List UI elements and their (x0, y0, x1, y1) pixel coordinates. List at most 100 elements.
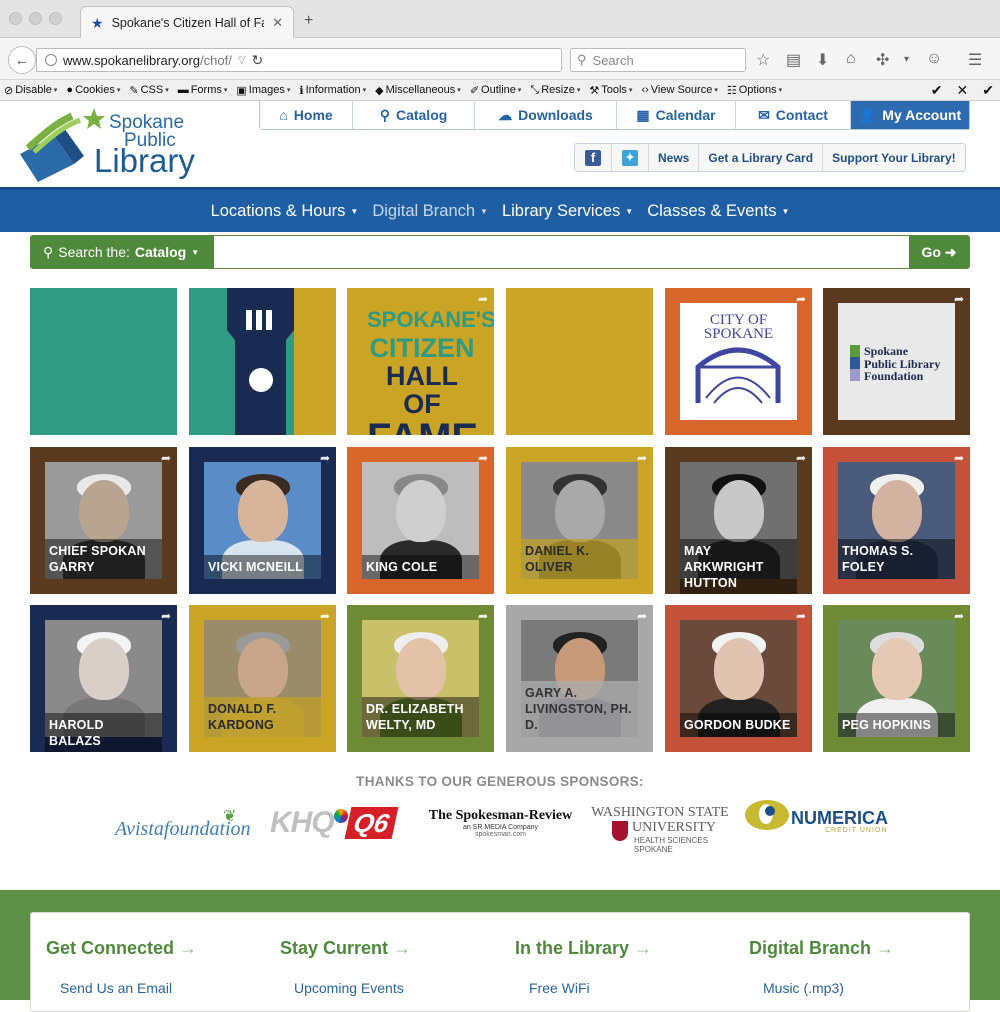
nav-calendar[interactable]: ▦ Calendar (617, 101, 736, 129)
devbar-css[interactable]: ✎ CSS ▾ (129, 84, 168, 97)
person-tile[interactable]: ➦ GORDON BUDKE (665, 605, 812, 752)
news-link[interactable]: News (649, 144, 700, 171)
footer-get-connected[interactable]: Get Connected → (46, 938, 197, 959)
reading-list-icon[interactable]: ▤ (786, 50, 801, 70)
library-logo[interactable]: Spokane Public Library (14, 106, 195, 186)
facebook-button[interactable]: f (575, 144, 612, 171)
twitter-button[interactable]: ✦ (612, 144, 649, 171)
bookmark-star-icon[interactable]: ☆ (756, 50, 770, 70)
nav-my-account[interactable]: 👤 My Account (851, 101, 969, 129)
devbar-resize[interactable]: ⤡ Resize ▾ (530, 84, 580, 97)
wsu-logo[interactable]: WASHINGTON STATE UNIVERSITY HEALTH SCIEN… (590, 806, 730, 856)
menu-hamburger-icon[interactable]: ☰ (968, 50, 982, 70)
url-bar[interactable]: www.spokanelibrary.org/chof/ ▽ ↻ (36, 48, 562, 72)
menu-library-services[interactable]: Library Services ▼ (502, 202, 633, 221)
extension-icon[interactable]: ✣ (876, 50, 889, 70)
menu-locations-hours[interactable]: Locations & Hours ▼ (211, 202, 359, 221)
share-icon[interactable]: ➦ (954, 609, 964, 623)
search-scope-dropdown[interactable]: ⚲ Search the: Catalog ▼ (31, 236, 214, 268)
check-all-icon[interactable]: ✔ (982, 82, 994, 99)
spokesman-review-logo[interactable]: The Spokesman-Review an SR MEDIA Company… (428, 808, 573, 846)
close-toolbar-icon[interactable]: ✕ (957, 82, 969, 99)
footer-link-email[interactable]: Send Us an Email (60, 980, 172, 996)
person-tile[interactable]: ➦ DONALD F. KARDONG (189, 605, 336, 752)
share-icon[interactable]: ➦ (637, 451, 647, 465)
url-dropdown-icon[interactable]: ▽ (238, 55, 246, 66)
person-tile[interactable]: ➦ CHIEF SPOKAN GARRY (30, 447, 177, 594)
library-card-link[interactable]: Get a Library Card (699, 144, 824, 171)
extension-dropdown-icon[interactable]: ▾ (904, 54, 909, 65)
browser-tab[interactable]: ★ Spokane's Citizen Hall of Fa… ✕ (80, 6, 294, 39)
person-tile[interactable]: ➦ DANIEL K. OLIVER (506, 447, 653, 594)
person-tile[interactable]: ➦ HAROLD BALAZS (30, 605, 177, 752)
citizen-hall-of-fame-tile[interactable]: ➦ SPOKANE'S CITIZEN HALL OF FAME (347, 288, 494, 435)
share-icon[interactable]: ➦ (637, 609, 647, 623)
catalog-search-input[interactable] (214, 236, 909, 268)
chat-icon[interactable]: ☺ (926, 50, 942, 68)
share-icon[interactable]: ➦ (796, 609, 806, 623)
footer-link-music[interactable]: Music (.mp3) (763, 980, 844, 996)
menu-digital-branch[interactable]: Digital Branch ▼ (372, 202, 488, 221)
download-icon[interactable]: ⬇ (816, 50, 829, 70)
person-tile[interactable]: ➦ PEG HOPKINS (823, 605, 970, 752)
maximize-window-button[interactable] (49, 12, 62, 25)
check-icon[interactable]: ✔ (931, 82, 943, 99)
close-window-button[interactable] (9, 12, 22, 25)
person-tile[interactable]: ➦ VICKI MCNEILL (189, 447, 336, 594)
devbar-view-source[interactable]: ‹› View Source ▾ (641, 84, 717, 96)
devbar-options[interactable]: ☷ Options ▾ (727, 84, 782, 97)
person-tile[interactable]: ➦ THOMAS S. FOLEY (823, 447, 970, 594)
nav-catalog[interactable]: ⚲ Catalog (353, 101, 475, 129)
devbar-information[interactable]: ℹ Information ▾ (299, 84, 366, 97)
back-button[interactable]: ← (8, 46, 36, 74)
devbar-images[interactable]: ▣ Images ▾ (236, 84, 290, 97)
browser-search-input[interactable]: ⚲ Search (570, 48, 746, 72)
close-tab-icon[interactable]: ✕ (272, 15, 283, 31)
footer-link-events[interactable]: Upcoming Events (294, 980, 404, 996)
footer-stay-current[interactable]: Stay Current → (280, 938, 411, 959)
share-icon[interactable]: ➦ (320, 451, 330, 465)
share-icon[interactable]: ➦ (796, 451, 806, 465)
devbar-forms[interactable]: ▬ Forms ▾ (178, 84, 228, 96)
reload-icon[interactable]: ↻ (252, 52, 264, 69)
minimize-window-button[interactable] (29, 12, 42, 25)
avista-foundation-logo[interactable]: Avistafoundation ❦ (115, 806, 251, 846)
person-name: VICKI MCNEILL (204, 555, 321, 579)
devbar-cookies[interactable]: ● Cookies ▾ (66, 84, 120, 96)
share-icon[interactable]: ➦ (161, 451, 171, 465)
person-name: PEG HOPKINS (838, 713, 955, 737)
home-toolbar-icon[interactable]: ⌂ (846, 50, 856, 68)
devbar-outline[interactable]: ✐ Outline ▾ (470, 84, 522, 97)
support-library-link[interactable]: Support Your Library! (823, 144, 965, 171)
person-tile[interactable]: ➦ KING COLE (347, 447, 494, 594)
person-tile[interactable]: ➦ MAY ARKWRIGHT HUTTON (665, 447, 812, 594)
person-tile[interactable]: ➦ DR. ELIZABETH WELTY, MD (347, 605, 494, 752)
url-path: /chof/ (200, 52, 232, 68)
share-icon[interactable]: ➦ (954, 292, 964, 306)
share-icon[interactable]: ➦ (320, 609, 330, 623)
numerica-logo[interactable]: NUMERICA CREDIT UNION (745, 800, 890, 840)
khq-logo[interactable]: KHQ Q6 (268, 806, 413, 842)
devbar-miscellaneous[interactable]: ◆ Miscellaneous ▾ (375, 84, 461, 97)
share-icon[interactable]: ➦ (954, 451, 964, 465)
nav-home[interactable]: ⌂ Home (260, 101, 353, 129)
footer-in-the-library[interactable]: In the Library → (515, 938, 652, 959)
share-icon[interactable]: ➦ (478, 451, 488, 465)
menu-classes-events[interactable]: Classes & Events ▼ (647, 202, 789, 221)
share-icon[interactable]: ➦ (796, 292, 806, 306)
devbar-tools[interactable]: ⚒ Tools ▾ (589, 84, 632, 97)
share-icon[interactable]: ➦ (478, 292, 488, 306)
person-tile[interactable]: ➦ GARY A. LIVINGSTON, PH. D. (506, 605, 653, 752)
library-foundation-tile[interactable]: ➦ Spokane Public Library Foundation (823, 288, 970, 435)
footer-link-wifi[interactable]: Free WiFi (529, 980, 590, 996)
nav-downloads[interactable]: ☁ Downloads (475, 101, 617, 129)
arrow-right-icon: → (876, 938, 895, 958)
new-tab-icon[interactable]: + (304, 12, 313, 30)
nav-contact[interactable]: ✉ Contact (736, 101, 851, 129)
share-icon[interactable]: ➦ (478, 609, 488, 623)
go-button[interactable]: Go ➜ (909, 236, 969, 268)
footer-digital-branch[interactable]: Digital Branch → (749, 938, 894, 959)
city-of-spokane-tile[interactable]: ➦ CITY OF SPOKANE (665, 288, 812, 435)
share-icon[interactable]: ➦ (161, 609, 171, 623)
devbar-disable[interactable]: ⊘ Disable ▾ (4, 84, 57, 97)
